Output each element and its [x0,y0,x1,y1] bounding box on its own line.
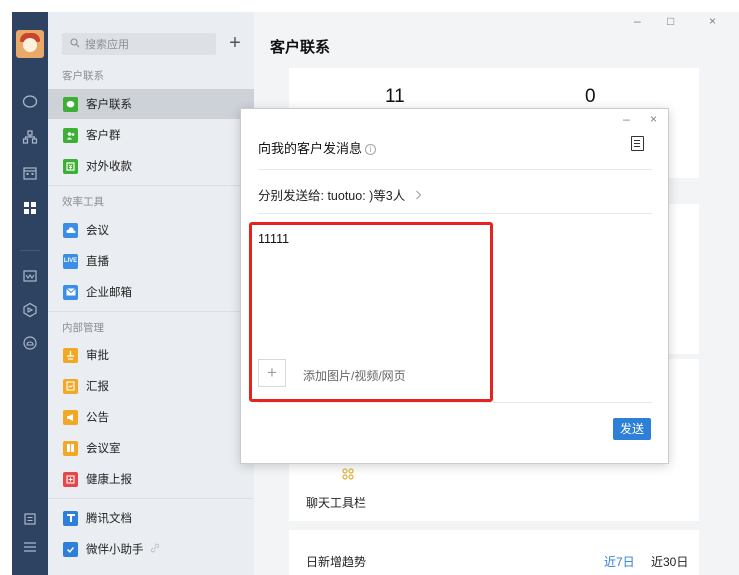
approval-icon [63,347,78,363]
recipients-text: 分别发送给: tuotuo: )等3人 [258,189,406,203]
group-label-tools: 效率工具 [62,196,104,208]
app-item-meeting[interactable]: 会议 [48,215,254,245]
stat-value: 0 [585,86,596,107]
send-button[interactable]: 发送 [613,418,651,440]
app-item-approval[interactable]: 审批 [48,340,254,370]
package-icon[interactable] [12,296,48,324]
app-item-label: 公告 [86,412,109,424]
app-item-label: 腾讯文档 [86,513,132,525]
rail-divider [20,250,40,251]
app-item-enterprise-mail[interactable]: 企业邮箱 [48,277,254,307]
nav-rail [12,12,48,575]
app-item-customer-contact[interactable]: 客户联系 [48,89,254,119]
mail-icon [63,284,78,300]
document-icon[interactable] [631,136,644,151]
group-icon [63,127,78,143]
trend-title: 日新增趋势 [306,555,367,569]
announcement-icon [63,409,78,425]
cloud-icon[interactable] [12,329,48,357]
app-item-label: 直播 [86,256,109,268]
app-item-label: 客户联系 [86,99,132,111]
search-icon [70,37,80,51]
link-icon [150,543,160,556]
app-item-weiban-assistant[interactable]: 微伴小助手 [48,534,254,564]
page-title: 客户联系 [270,39,331,56]
add-button[interactable]: + [224,32,246,56]
chat-icon[interactable] [12,88,48,116]
info-icon[interactable]: i [365,144,377,155]
app-item-announcement[interactable]: 公告 [48,402,254,432]
app-item-tencent-docs[interactable]: 腾讯文档 [48,503,254,533]
app-item-label: 企业邮箱 [86,287,132,299]
payment-icon [63,158,78,174]
workbench-icon[interactable] [12,194,48,222]
app-list-panel: 搜索应用 + 客户联系 客户联系 客户群 对外收款 效率工具 会议 LIVE 直… [48,12,254,575]
app-item-external-payment[interactable]: 对外收款 [48,151,254,181]
tencent-docs-icon [63,510,78,526]
dialog-title: 向我的客户发消息 i [258,138,377,157]
app-item-label: 审批 [86,350,109,362]
calendar-icon[interactable] [12,159,48,187]
search-placeholder: 搜索应用 [85,39,129,51]
notes-icon[interactable] [12,505,48,533]
app-item-label: 汇报 [86,381,109,393]
live-icon: LIVE [63,253,78,269]
app-item-label: 微伴小助手 [86,544,144,556]
group-divider [48,185,254,186]
app-item-health-report[interactable]: 健康上报 [48,464,254,494]
range-30-days-tab[interactable]: 近30日 [651,553,688,570]
menu-icon[interactable] [12,533,48,561]
chat-icon [63,96,78,112]
close-button[interactable]: × [709,14,716,28]
avatar[interactable] [16,30,44,58]
highlight-box [249,222,493,402]
dialog-divider [258,169,652,170]
dialog-close-button[interactable]: × [650,112,657,126]
app-item-customer-group[interactable]: 客户群 [48,120,254,150]
mail-icon[interactable] [12,262,48,290]
app-item-label: 客户群 [86,130,121,142]
contacts-icon[interactable] [12,123,48,151]
meeting-room-icon [63,440,78,456]
group-label-customer: 客户联系 [62,70,104,82]
recipients-row[interactable]: 分别发送给: tuotuo: )等3人 [258,185,422,204]
maximize-button[interactable]: □ [667,14,674,28]
chat-toolbar-label[interactable]: 聊天工具栏 [306,494,366,511]
group-divider [48,498,254,499]
check-icon [63,541,78,557]
cloud-meeting-icon [63,222,78,238]
dialog-minimize-button[interactable]: – [623,112,630,126]
dialog-divider [258,402,652,403]
group-divider [48,311,254,312]
stat-value: 11 [385,86,405,107]
dialog-divider [258,213,652,214]
app-item-report[interactable]: 汇报 [48,371,254,401]
app-item-label: 会议室 [86,443,121,455]
app-item-live[interactable]: LIVE 直播 [48,246,254,276]
dialog-title-text: 向我的客户发消息 [258,141,363,156]
avatar-face [23,38,37,52]
app-item-meeting-room[interactable]: 会议室 [48,433,254,463]
report-icon [63,378,78,394]
chevron-right-icon [411,189,422,203]
app-item-label: 对外收款 [86,161,132,173]
group-label-internal: 内部管理 [62,322,104,334]
minimize-button[interactable]: – [634,14,641,28]
health-icon [63,471,78,487]
app-item-label: 会议 [86,225,109,237]
range-7-days-tab[interactable]: 近7日 [604,553,635,570]
search-input[interactable]: 搜索应用 [62,33,216,55]
app-item-label: 健康上报 [86,474,132,486]
chat-toolbar-icon[interactable] [342,468,354,483]
